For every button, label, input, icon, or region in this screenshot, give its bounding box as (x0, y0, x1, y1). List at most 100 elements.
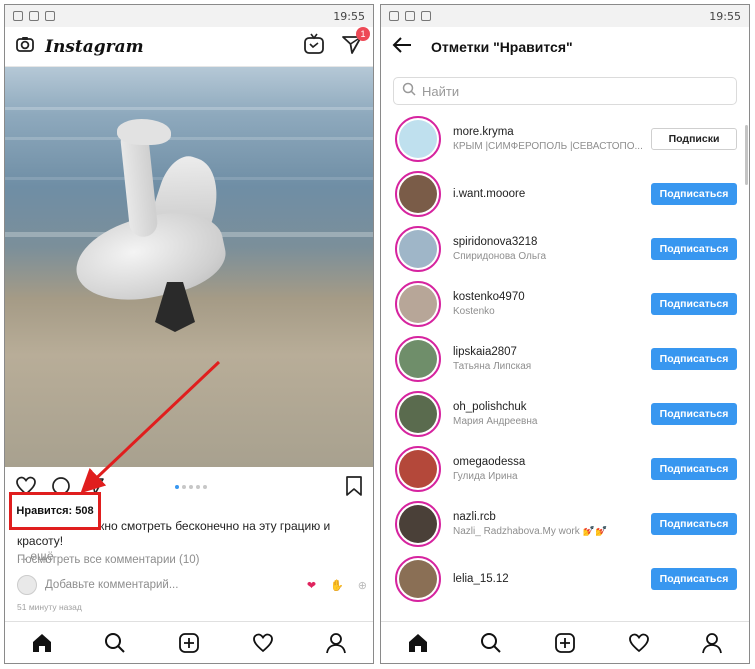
username[interactable]: lipskaia2807 (453, 346, 651, 358)
full-name: Гулида Ирина (453, 470, 518, 482)
carousel-dot (203, 485, 207, 489)
app-notification-icon (421, 11, 431, 21)
following-button[interactable]: Подписки (651, 127, 737, 150)
list-item[interactable]: i.want.mooore Подписаться (381, 166, 749, 221)
left-phone-screen: 19:55 Instagram 1 Можно смотреть бесконе… (4, 4, 374, 664)
bottom-navigation (381, 621, 749, 663)
status-time: 19:55 (709, 9, 741, 23)
status-bar: 19:55 (381, 5, 749, 27)
status-icons (389, 11, 431, 21)
profile-icon[interactable] (700, 631, 724, 655)
new-post-icon[interactable] (177, 631, 201, 655)
add-comment-input[interactable]: Добавьте комментарий... (45, 579, 178, 591)
likes-count-highlight[interactable]: Нравится: 508 (9, 492, 101, 530)
follow-button[interactable]: Подписаться (651, 457, 737, 480)
avatar-image (399, 119, 437, 158)
search-icon (402, 82, 416, 101)
list-item[interactable]: more.kryma КРЫМ |СИМФЕРОПОЛЬ |СЕВАСТОПО..… (381, 111, 749, 166)
username[interactable]: more.kryma (453, 126, 651, 138)
list-item[interactable]: oh_polishchuk Мария Андреевна Подписаться (381, 386, 749, 441)
list-item[interactable]: lipskaia2807 Татьяна Липская Подписаться (381, 331, 749, 386)
username[interactable]: nazli.rcb (453, 511, 651, 523)
post-image[interactable] (5, 67, 373, 467)
list-item[interactable]: kostenko4970 Kostenko Подписаться (381, 276, 749, 331)
follow-button[interactable]: Подписаться (651, 402, 737, 425)
add-comment-row[interactable]: Добавьте комментарий... ❤ ✋ ⊕ (17, 573, 367, 597)
bookmark-icon[interactable] (345, 475, 363, 501)
user-names: nazli.rcb Nazli_ Radzhabova.My work 💅💅 (453, 511, 651, 537)
follow-button[interactable]: Подписаться (651, 292, 737, 315)
full-name: Татьяна Липская (453, 360, 532, 372)
avatar-image (399, 449, 437, 488)
avatar[interactable] (395, 280, 441, 327)
page-title: Отметки "Нравится" (431, 39, 573, 55)
instagram-notification-icon (389, 11, 399, 21)
avatar[interactable] (395, 115, 441, 162)
search-icon[interactable] (103, 631, 127, 655)
avatar-image (399, 339, 437, 378)
camera-icon[interactable] (15, 34, 35, 59)
avatar-image (399, 174, 437, 213)
avatar[interactable] (395, 170, 441, 217)
likers-list: more.kryma КРЫМ |СИМФЕРОПОЛЬ |СЕВАСТОПО..… (381, 111, 749, 606)
raised-hands-emoji-icon[interactable]: ✋ (330, 579, 344, 592)
app-notification-icon (45, 11, 55, 21)
activity-heart-icon[interactable] (627, 631, 651, 655)
home-icon[interactable] (406, 631, 430, 655)
avatar[interactable] (395, 390, 441, 437)
avatar[interactable] (395, 500, 441, 547)
search-input[interactable]: Найти (393, 77, 737, 105)
swan-head (117, 119, 171, 145)
avatar[interactable] (395, 335, 441, 382)
full-name: КРЫМ |СИМФЕРОПОЛЬ |СЕВАСТОПО... (453, 140, 643, 152)
user-names: lelia_15.12 (453, 573, 651, 585)
back-arrow-icon[interactable] (391, 36, 413, 59)
avatar[interactable] (395, 555, 441, 602)
list-item[interactable]: nazli.rcb Nazli_ Radzhabova.My work 💅💅 Под… (381, 496, 749, 551)
avatar[interactable] (395, 225, 441, 272)
username[interactable]: kostenko4970 (453, 291, 651, 303)
likes-count[interactable]: Нравится: 508 (16, 505, 93, 517)
full-name: Nazli_ Radzhabova.My work 💅💅 (453, 525, 608, 537)
home-icon[interactable] (30, 631, 54, 655)
username[interactable]: omegaodessa (453, 456, 651, 468)
notification-badge: 1 (356, 27, 370, 41)
username[interactable]: lelia_15.12 (453, 573, 651, 585)
plus-emoji-icon[interactable]: ⊕ (358, 579, 367, 592)
avatar (17, 575, 37, 595)
full-name: Спиридонова Ольга (453, 250, 547, 262)
new-post-icon[interactable] (553, 631, 577, 655)
carousel-dot (182, 485, 186, 489)
heart-emoji-icon[interactable]: ❤ (307, 579, 316, 592)
status-time: 19:55 (333, 9, 365, 23)
username[interactable]: oh_polishchuk (453, 401, 651, 413)
scrollbar[interactable] (745, 125, 748, 185)
likes-header: Отметки "Нравится" (381, 27, 749, 67)
username[interactable]: spiridonova3218 (453, 236, 651, 248)
username[interactable]: i.want.mooore (453, 188, 651, 200)
user-names: lipskaia2807 Татьяна Липская (453, 346, 651, 372)
igtv-icon[interactable] (303, 33, 325, 60)
app-logo: Instagram (45, 36, 144, 57)
shield-notification-icon (405, 11, 415, 21)
list-item[interactable]: lelia_15.12 Подписаться (381, 551, 749, 606)
follow-button[interactable]: Подписаться (651, 237, 737, 260)
view-all-comments-link[interactable]: Посмотреть все комментарии (10) (17, 554, 199, 566)
follow-button[interactable]: Подписаться (651, 567, 737, 590)
activity-heart-icon[interactable] (251, 631, 275, 655)
avatar[interactable] (395, 445, 441, 492)
user-names: oh_polishchuk Мария Андреевна (453, 401, 651, 427)
direct-messages-icon[interactable]: 1 (341, 27, 370, 60)
list-item[interactable]: omegaodessa Гулида Ирина Подписаться (381, 441, 749, 496)
right-phone-screen: 19:55 Отметки "Нравится" Найти more.krym… (380, 4, 750, 664)
app-header: Instagram 1 (5, 27, 373, 67)
follow-button[interactable]: Подписаться (651, 512, 737, 535)
carousel-dot (175, 485, 179, 489)
profile-icon[interactable] (324, 631, 348, 655)
status-bar: 19:55 (5, 5, 373, 27)
follow-button[interactable]: Подписаться (651, 182, 737, 205)
shield-notification-icon (29, 11, 39, 21)
follow-button[interactable]: Подписаться (651, 347, 737, 370)
list-item[interactable]: spiridonova3218 Спиридонова Ольга Подписат… (381, 221, 749, 276)
search-icon[interactable] (479, 631, 503, 655)
